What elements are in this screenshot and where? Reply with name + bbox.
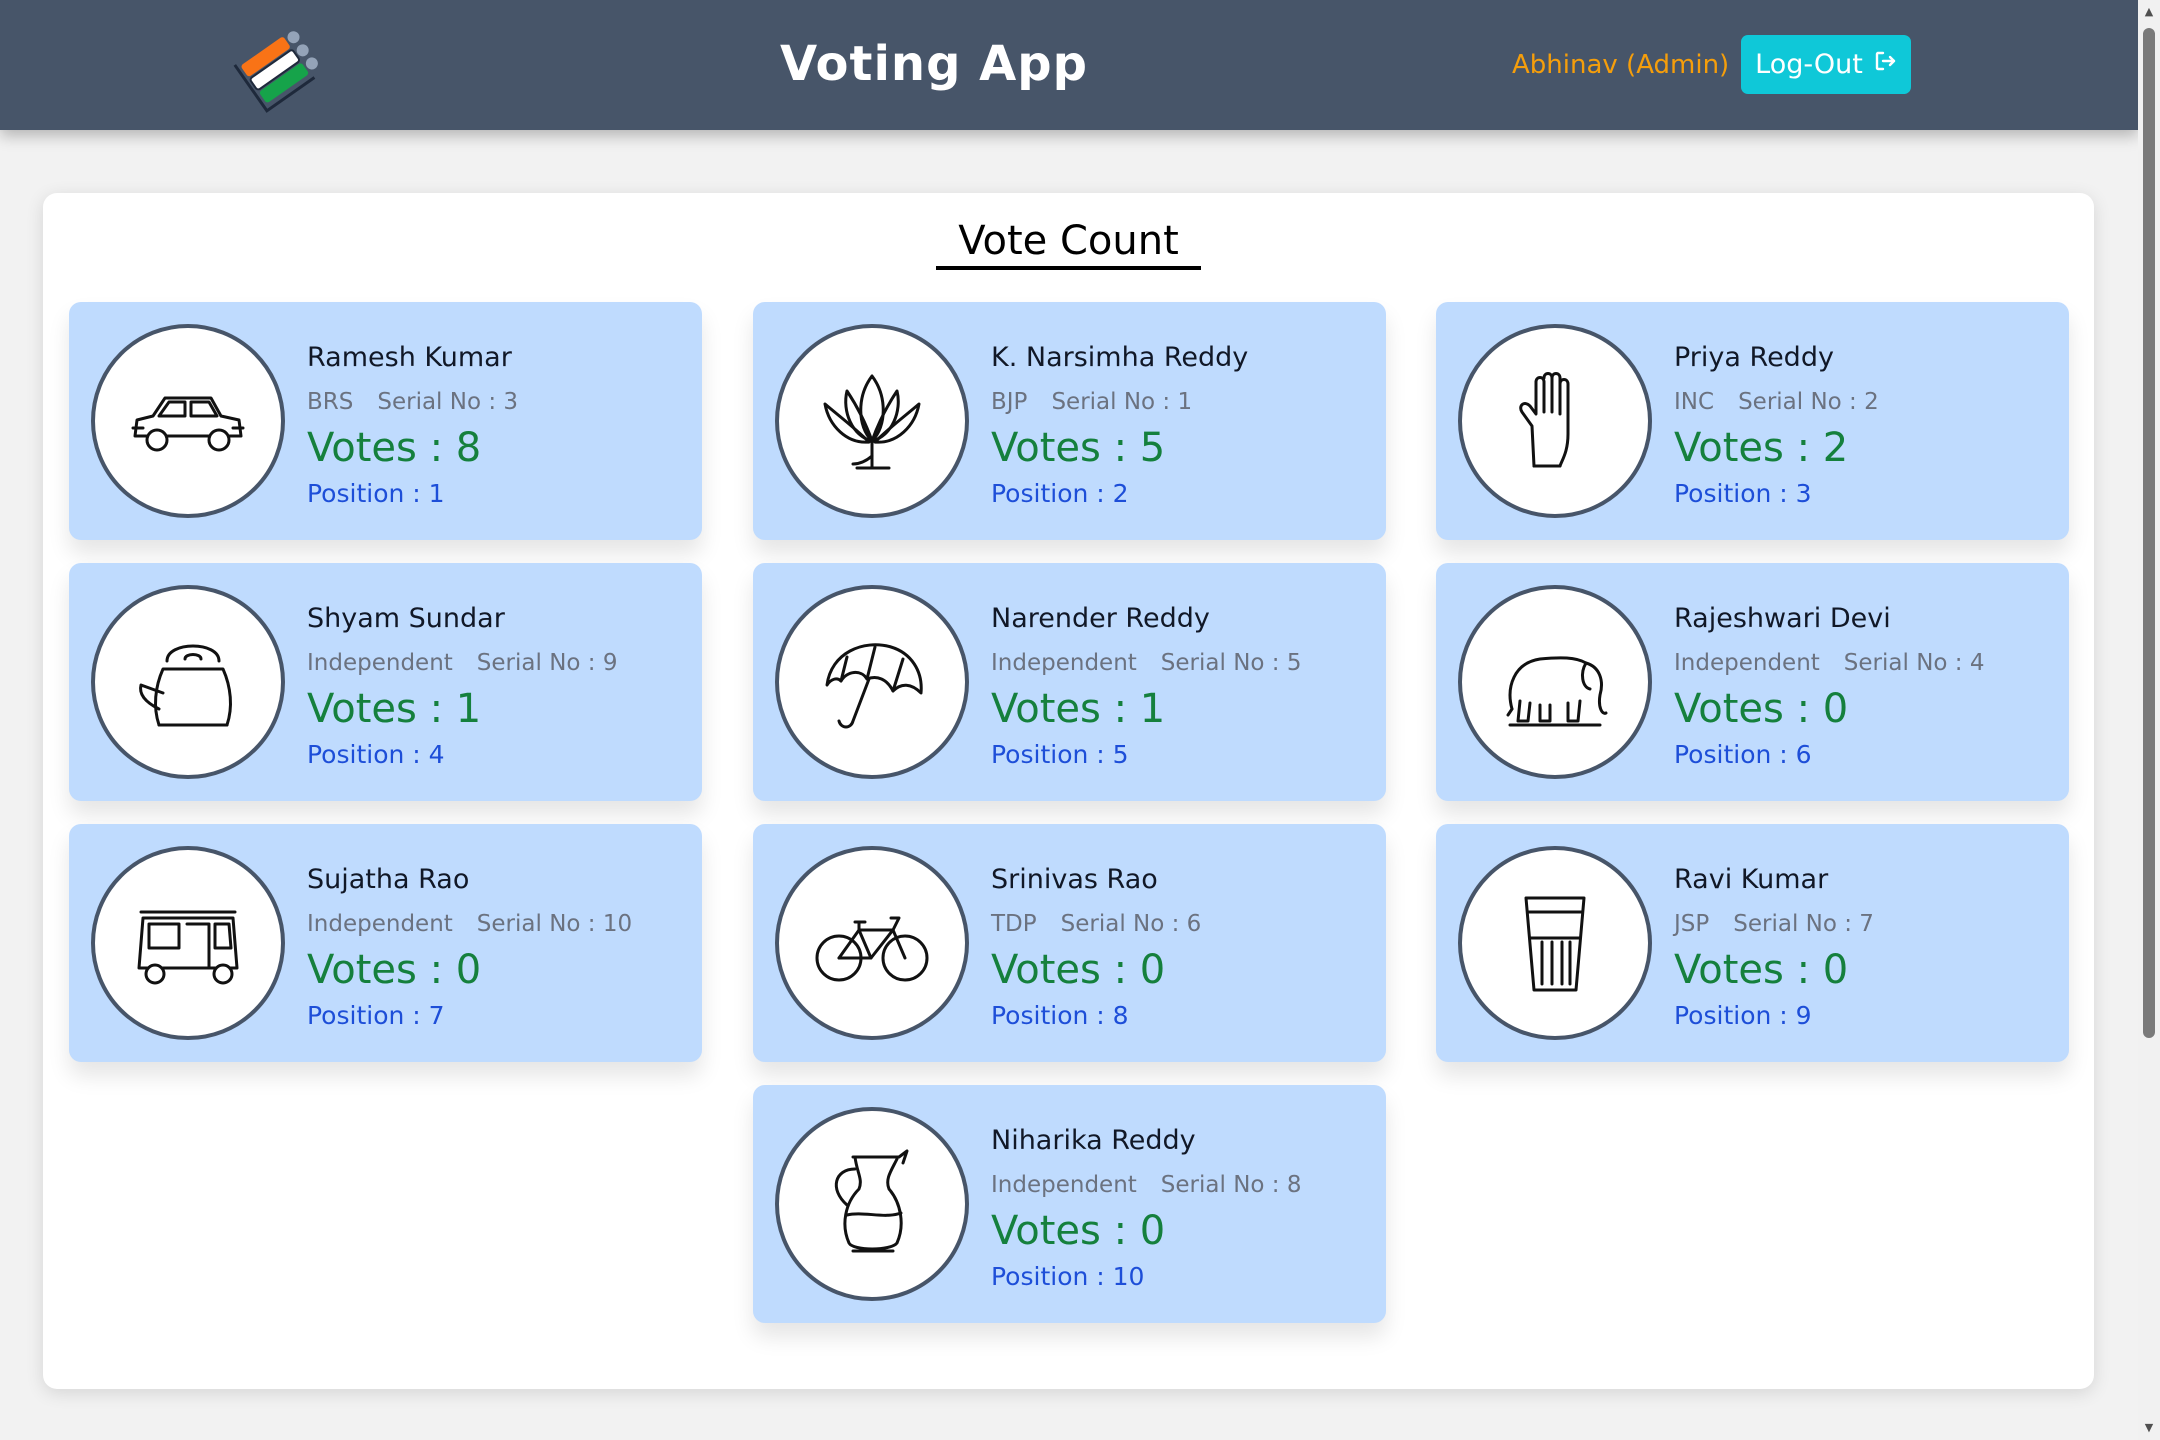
serial-number: Serial No : 3 [377,389,519,415]
position-label: Position : 5 [991,740,1129,769]
serial-number: Serial No : 4 [1843,650,1985,676]
jug-icon [775,1107,969,1301]
vote-count: Votes : 2 [1674,425,1849,471]
vote-count: Votes : 5 [991,425,1166,471]
glass-icon [1458,846,1652,1040]
position-label: Position : 6 [1674,740,1812,769]
serial-number: Serial No : 8 [1160,1172,1302,1198]
logo-icon[interactable] [225,15,335,115]
logout-label: Log-Out [1755,49,1863,80]
lotus-icon [775,324,969,518]
candidate-name: Ramesh Kumar [307,342,512,373]
app-title: Voting App [780,36,1089,92]
candidate-card: Sujatha Rao Independent Serial No : 10 Vo… [69,824,702,1062]
candidate-name: Srinivas Rao [991,864,1158,895]
candidate-card: Shyam Sundar Independent Serial No : 9 Vo… [69,563,702,801]
candidate-card: Ramesh Kumar BRS Serial No : 3 Votes : 8 … [69,302,702,540]
candidate-card: Ravi Kumar JSP Serial No : 7 Votes : 0 Po… [1436,824,2069,1062]
candidate-card: K. Narsimha Reddy BJP Serial No : 1 Votes… [753,302,1386,540]
scrollbar[interactable]: ▲ ▼ [2138,0,2160,1440]
party-label: Independent [307,650,453,676]
candidate-card: Rajeshwari Devi Independent Serial No : 4… [1436,563,2069,801]
scroll-down-icon[interactable]: ▼ [2143,1422,2155,1434]
serial-number: Serial No : 10 [476,911,633,937]
position-label: Position : 2 [991,479,1129,508]
navbar: Voting App Abhinav (Admin) Log-Out [0,0,2138,130]
serial-number: Serial No : 7 [1733,911,1874,937]
party-label: JSP [1674,911,1710,937]
candidate-card: Niharika Reddy Independent Serial No : 8 … [753,1085,1386,1323]
party-label: Independent [307,911,453,937]
scroll-thumb[interactable] [2143,28,2155,1038]
position-label: Position : 10 [991,1262,1145,1291]
party-label: Independent [991,1172,1137,1198]
logout-button[interactable]: Log-Out [1741,35,1911,94]
position-label: Position : 9 [1674,1001,1812,1030]
serial-number: Serial No : 9 [476,650,618,676]
elephant-icon [1458,585,1652,779]
candidate-name: Narender Reddy [991,603,1210,634]
page-title: Vote Count [43,218,2094,270]
position-label: Position : 3 [1674,479,1812,508]
party-label: BRS [307,389,354,415]
bicycle-icon [775,846,969,1040]
vote-count: Votes : 0 [1674,686,1849,732]
vote-count: Votes : 0 [991,1208,1166,1254]
vote-count: Votes : 0 [991,947,1166,993]
vote-count: Votes : 8 [307,425,482,471]
candidate-card: Priya Reddy INC Serial No : 2 Votes : 2 P… [1436,302,2069,540]
party-label: BJP [991,389,1028,415]
position-label: Position : 7 [307,1001,445,1030]
vote-count: Votes : 1 [991,686,1166,732]
vote-count: Votes : 0 [1674,947,1849,993]
party-label: Independent [991,650,1137,676]
page-title-text: Vote Count [936,218,1201,270]
car-icon [91,324,285,518]
vote-count: Votes : 1 [307,686,482,732]
candidate-name: K. Narsimha Reddy [991,342,1249,373]
party-label: TDP [991,911,1037,937]
umbrella-icon [775,585,969,779]
candidate-name: Ravi Kumar [1674,864,1829,895]
candidate-card: Narender Reddy Independent Serial No : 5 … [753,563,1386,801]
candidate-name: Rajeshwari Devi [1674,603,1891,634]
vote-count: Votes : 0 [307,947,482,993]
serial-number: Serial No : 1 [1051,389,1193,415]
user-label: Abhinav (Admin) [1512,50,1730,80]
candidate-name: Niharika Reddy [991,1125,1196,1156]
party-label: Independent [1674,650,1820,676]
auto-rickshaw-icon [91,846,285,1040]
serial-number: Serial No : 6 [1060,911,1202,937]
logout-icon [1873,49,1897,80]
candidate-name: Shyam Sundar [307,603,505,634]
position-label: Position : 1 [307,479,445,508]
position-label: Position : 8 [991,1001,1129,1030]
vote-count-panel: Vote Count Ramesh Kumar BRS Serial No : 3… [43,193,2094,1389]
serial-number: Serial No : 2 [1738,389,1879,415]
candidate-name: Priya Reddy [1674,342,1834,373]
position-label: Position : 4 [307,740,445,769]
serial-number: Serial No : 5 [1160,650,1302,676]
candidate-card: Srinivas Rao TDP Serial No : 6 Votes : 0 … [753,824,1386,1062]
hand-icon [1458,324,1652,518]
party-label: INC [1674,389,1715,415]
candidate-name: Sujatha Rao [307,864,470,895]
kettle-icon [91,585,285,779]
scroll-up-icon[interactable]: ▲ [2143,6,2155,18]
